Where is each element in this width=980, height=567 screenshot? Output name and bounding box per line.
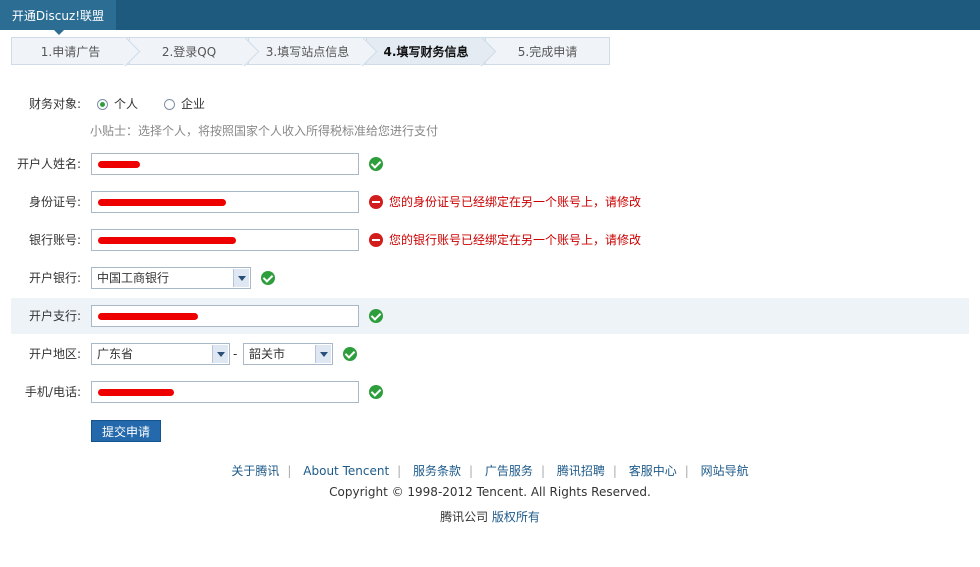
- bank-account-label: 银行账号:: [28, 233, 81, 247]
- redaction-mark: [98, 237, 236, 244]
- branch-row: 开户支行:: [11, 298, 969, 334]
- radio-company-label[interactable]: 企业: [181, 86, 205, 122]
- step-1-label: 1.申请广告: [40, 45, 101, 59]
- step-1: 1.申请广告: [11, 36, 141, 67]
- radio-personal-label[interactable]: 个人: [114, 86, 138, 122]
- bank-row: 开户银行: 中国工商银行: [11, 260, 969, 296]
- header-tab[interactable]: 开通Discuz!联盟: [0, 0, 116, 30]
- redaction-mark: [98, 313, 198, 320]
- footer-links: 关于腾讯 | About Tencent | 服务条款 | 广告服务 | 腾讯招聘 | 客…: [231, 464, 749, 478]
- region-row: 开户地区: 广东省 - 韶关市: [11, 336, 969, 372]
- valid-check-icon: [369, 309, 383, 323]
- phone-input[interactable]: [91, 381, 359, 403]
- province-select-value: 广东省: [97, 347, 134, 361]
- account-name-label: 开户人姓名:: [16, 157, 81, 171]
- bank-account-row: 银行账号: 您的银行账号已经绑定在另一个账号上，请修改: [11, 222, 969, 258]
- submit-button[interactable]: 提交申请: [91, 420, 161, 442]
- city-select-value: 韶关市: [249, 347, 286, 361]
- step-2: 2.登录QQ: [129, 36, 260, 67]
- chevron-down-icon[interactable]: [315, 345, 331, 363]
- step-3: 3.填写站点信息: [248, 36, 378, 67]
- region-label: 开户地区:: [28, 347, 81, 361]
- valid-check-icon: [369, 157, 383, 171]
- step-3-label: 3.填写站点信息: [265, 45, 350, 59]
- footer-link-about-en[interactable]: About Tencent: [303, 464, 389, 478]
- account-name-row: 开户人姓名:: [11, 146, 969, 182]
- copyright-link[interactable]: 版权所有: [492, 510, 540, 524]
- phone-row: 手机/电话:: [11, 374, 969, 410]
- footer-link-careers[interactable]: 腾讯招聘: [557, 464, 605, 478]
- radio-personal[interactable]: [97, 99, 108, 110]
- region-separator: -: [233, 347, 238, 361]
- step-4-label: 4.填写财务信息: [383, 45, 469, 59]
- city-select[interactable]: 韶关市: [243, 343, 333, 365]
- valid-check-icon: [261, 271, 275, 285]
- step-5-label: 5.完成申请: [517, 45, 578, 59]
- finance-target-row: 财务对象: 个人 企业: [11, 86, 969, 122]
- bank-label: 开户银行:: [28, 271, 81, 285]
- province-select[interactable]: 广东省: [91, 343, 230, 365]
- valid-check-icon: [343, 347, 357, 361]
- id-number-row: 身份证号: 您的身份证号已经绑定在另一个账号上，请修改: [11, 184, 969, 220]
- finance-tip: 小贴士：选择个人，将按照国家个人收入所得税标准给您进行支付: [90, 124, 439, 138]
- redaction-mark: [98, 199, 226, 206]
- header-tab-pointer: [54, 30, 64, 35]
- copyright: Copyright © 1998-2012 Tencent. All Right…: [329, 485, 651, 499]
- error-icon: [369, 195, 383, 209]
- finance-target-label: 财务对象:: [28, 97, 81, 111]
- bank-select[interactable]: 中国工商银行: [91, 267, 251, 289]
- error-icon: [369, 233, 383, 247]
- branch-input[interactable]: [91, 305, 359, 327]
- redaction-mark: [98, 161, 140, 168]
- step-5: 5.完成申请: [485, 37, 610, 65]
- id-number-label: 身份证号:: [28, 195, 81, 209]
- bank-account-input[interactable]: [91, 229, 359, 251]
- id-number-input[interactable]: [91, 191, 359, 213]
- step-4: 4.填写财务信息: [366, 36, 497, 67]
- footer-link-support[interactable]: 客服中心: [629, 464, 677, 478]
- step-2-label: 2.登录QQ: [161, 45, 217, 59]
- top-bar: 开通Discuz!联盟: [0, 0, 980, 35]
- account-name-input[interactable]: [91, 153, 359, 175]
- company-line: 腾讯公司 版权所有: [0, 508, 980, 525]
- bank-account-error: 您的银行账号已经绑定在另一个账号上，请修改: [389, 233, 642, 247]
- footer-link-ads[interactable]: 广告服务: [485, 464, 533, 478]
- step-progress: 1.申请广告 2.登录QQ 3.填写站点信息 4.填写财务信息 5.完成申请: [11, 36, 610, 67]
- phone-label: 手机/电话:: [24, 385, 81, 399]
- company-name: 腾讯公司: [440, 510, 489, 524]
- id-number-error: 您的身份证号已经绑定在另一个账号上，请修改: [389, 195, 642, 209]
- radio-company[interactable]: [164, 99, 175, 110]
- valid-check-icon: [369, 385, 383, 399]
- footer-link-about-cn[interactable]: 关于腾讯: [231, 464, 279, 478]
- chevron-down-icon[interactable]: [212, 345, 228, 363]
- chevron-down-icon[interactable]: [233, 269, 249, 287]
- bank-select-value: 中国工商银行: [97, 271, 170, 285]
- redaction-mark: [98, 389, 174, 396]
- branch-label: 开户支行:: [28, 309, 81, 323]
- footer-link-sitemap[interactable]: 网站导航: [701, 464, 749, 478]
- footer-link-terms[interactable]: 服务条款: [413, 464, 461, 478]
